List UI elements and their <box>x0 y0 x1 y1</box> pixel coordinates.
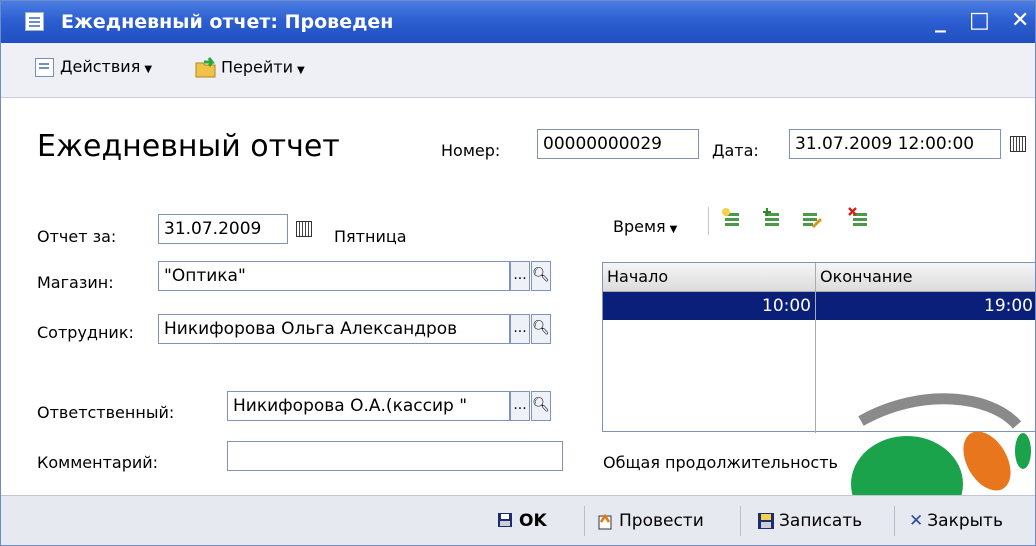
table-header: Начало Окончание <box>603 263 1035 292</box>
title-bar[interactable]: Ежедневный отчет: Проведен _ □ ✕ <box>1 1 1035 43</box>
chevron-down-icon: ▼ <box>669 224 678 235</box>
cell-end[interactable]: 19:00 <box>816 292 1035 320</box>
post-icon <box>598 513 612 530</box>
save-label: Записать <box>779 511 863 531</box>
weekday-label: Пятница <box>334 227 407 246</box>
report-date-field[interactable]: 31.07.2009 <box>158 214 288 244</box>
delete-row-icon[interactable] <box>847 207 869 229</box>
responsible-select-button[interactable]: ... <box>510 391 530 421</box>
employee-label: Сотрудник: <box>37 323 134 342</box>
employee-select-button[interactable]: ... <box>510 314 530 344</box>
ok-button[interactable]: OK <box>497 511 547 531</box>
search-icon: 🔍︎ <box>532 320 550 336</box>
post-label: Провести <box>619 511 704 531</box>
actions-label: Действия <box>60 57 141 76</box>
maximize-button[interactable]: □ <box>969 9 990 33</box>
comment-label: Комментарий: <box>37 453 159 472</box>
chevron-down-icon: ▼ <box>144 64 153 75</box>
minimize-button[interactable]: _ <box>935 9 946 33</box>
responsible-label: Ответственный: <box>37 403 175 422</box>
add-row-icon[interactable] <box>721 207 743 229</box>
time-menu-label: Время <box>613 217 666 236</box>
save-icon <box>758 513 774 529</box>
form-heading: Ежедневный отчет <box>37 129 340 164</box>
bottom-bar: OK Провести Записать ✕ Закрыть <box>1 495 1035 545</box>
chevron-down-icon: ▼ <box>297 64 305 76</box>
separator <box>584 506 585 536</box>
column-divider <box>815 263 816 433</box>
employee-open-button[interactable]: 🔍︎ <box>531 314 551 344</box>
edit-row-icon[interactable] <box>801 207 823 229</box>
separator <box>894 506 895 536</box>
number-field[interactable]: 00000000029 <box>537 129 699 159</box>
store-field[interactable]: "Оптика" <box>158 261 510 291</box>
search-icon: 🔍︎ <box>532 267 550 283</box>
toolbar: Действия ▼ Перейти ▼ <box>1 43 1035 98</box>
toolbar-separator <box>708 207 709 235</box>
copy-row-icon[interactable] <box>761 207 783 229</box>
calendar-icon <box>296 221 312 237</box>
goto-menu[interactable]: Перейти ▼ <box>194 57 305 79</box>
responsible-field[interactable]: Никифорова О.А.(кассир " <box>227 391 510 421</box>
ok-label: OK <box>519 511 547 531</box>
close-label: Закрыть <box>927 511 1003 531</box>
close-window-button[interactable]: ✕ <box>1011 9 1029 33</box>
post-button[interactable]: Провести <box>597 511 704 531</box>
document-icon <box>25 12 44 31</box>
calendar-icon <box>1010 136 1026 152</box>
store-select-button[interactable]: ... <box>510 261 530 291</box>
actions-menu[interactable]: Действия ▼ <box>35 57 152 77</box>
column-header-start[interactable]: Начало <box>603 263 815 291</box>
store-label: Магазин: <box>37 273 114 292</box>
report-for-label: Отчет за: <box>37 227 117 246</box>
store-open-button[interactable]: 🔍︎ <box>531 261 551 291</box>
window-title: Ежедневный отчет: Проведен <box>61 11 394 33</box>
close-icon: ✕ <box>909 511 924 531</box>
goto-label: Перейти <box>221 57 293 77</box>
close-button[interactable]: ✕ Закрыть <box>909 511 1003 531</box>
employee-field[interactable]: Никифорова Ольга Александров <box>158 314 510 344</box>
total-duration-label: Общая продолжительность <box>603 453 838 472</box>
responsible-open-button[interactable]: 🔍︎ <box>531 391 551 421</box>
comment-field[interactable] <box>227 441 563 471</box>
date-picker-button[interactable] <box>1003 129 1033 159</box>
save-button[interactable]: Записать <box>757 511 862 531</box>
date-field[interactable]: 31.07.2009 12:00:00 <box>789 129 1001 159</box>
separator <box>740 506 741 536</box>
cell-start[interactable]: 10:00 <box>603 292 815 320</box>
date-label: Дата: <box>712 141 759 160</box>
goto-icon <box>195 57 216 78</box>
search-icon: 🔍︎ <box>532 397 550 413</box>
save-close-icon <box>498 513 512 527</box>
report-date-picker-button[interactable] <box>291 214 321 244</box>
column-header-end[interactable]: Окончание <box>816 263 1035 291</box>
time-menu[interactable]: Время ▼ <box>613 217 677 236</box>
actions-icon <box>35 58 54 77</box>
document-window: Ежедневный отчет: Проведен _ □ ✕ Действи… <box>0 0 1036 546</box>
number-label: Номер: <box>441 141 501 160</box>
table-row[interactable]: 10:00 19:00 <box>603 292 1035 320</box>
